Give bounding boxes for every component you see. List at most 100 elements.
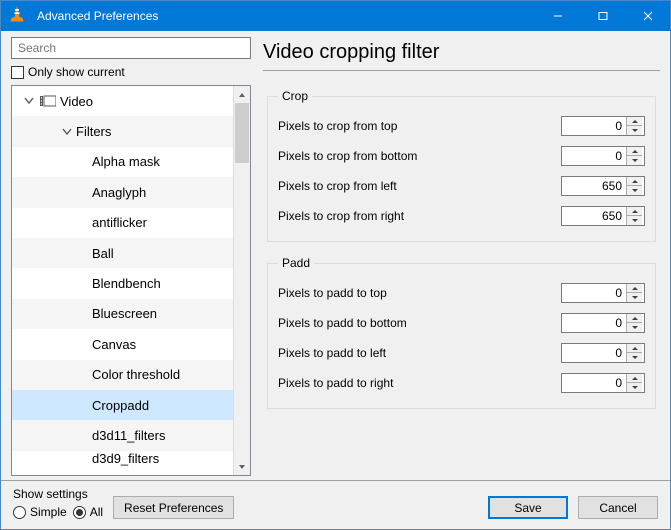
- search-input[interactable]: [11, 37, 251, 59]
- reset-preferences-button[interactable]: Reset Preferences: [113, 496, 234, 519]
- cancel-button-label: Cancel: [599, 501, 636, 515]
- window-minimize-button[interactable]: [535, 1, 580, 31]
- footer: Show settings Simple All Reset Preferenc…: [1, 480, 670, 529]
- step-down-icon[interactable]: [627, 323, 642, 332]
- scrollbar-track[interactable]: [234, 103, 250, 458]
- radio-simple-label: Simple: [30, 505, 67, 519]
- step-down-icon[interactable]: [627, 156, 642, 165]
- step-down-icon[interactable]: [627, 216, 642, 225]
- field-label: Pixels to padd to right: [278, 376, 393, 390]
- field-crop-left: Pixels to crop from left: [278, 171, 645, 201]
- scroll-down-icon[interactable]: [234, 458, 250, 475]
- tree-node-video[interactable]: Video: [12, 86, 233, 116]
- tree-item-label: Color threshold: [92, 367, 180, 382]
- crop-left-stepper[interactable]: [561, 176, 645, 196]
- padd-bottom-stepper[interactable]: [561, 313, 645, 333]
- tree-item-alpha-mask[interactable]: Alpha mask: [12, 147, 233, 177]
- tree-item-color-threshold[interactable]: Color threshold: [12, 360, 233, 390]
- crop-left-input[interactable]: [562, 177, 626, 195]
- step-up-icon[interactable]: [627, 314, 642, 323]
- step-up-icon[interactable]: [627, 374, 642, 383]
- crop-bottom-input[interactable]: [562, 147, 626, 165]
- tree-node-label: Filters: [76, 124, 111, 139]
- padd-top-stepper[interactable]: [561, 283, 645, 303]
- step-down-icon[interactable]: [627, 186, 642, 195]
- tree-scrollbar[interactable]: [233, 86, 250, 475]
- padd-right-stepper[interactable]: [561, 373, 645, 393]
- step-up-icon[interactable]: [627, 284, 642, 293]
- step-up-icon[interactable]: [627, 147, 642, 156]
- field-padd-right: Pixels to padd to right: [278, 368, 645, 398]
- save-button[interactable]: Save: [488, 496, 568, 519]
- field-label: Pixels to crop from bottom: [278, 149, 417, 163]
- field-padd-left: Pixels to padd to left: [278, 338, 645, 368]
- video-category-icon: [40, 93, 56, 109]
- field-label: Pixels to padd to bottom: [278, 316, 407, 330]
- chevron-down-icon: [22, 94, 36, 108]
- radio-icon: [73, 506, 86, 519]
- padd-right-input[interactable]: [562, 374, 626, 392]
- chevron-down-icon: [60, 125, 74, 139]
- tree-item-bluescreen[interactable]: Bluescreen: [12, 299, 233, 329]
- step-down-icon[interactable]: [627, 293, 642, 302]
- window-maximize-button[interactable]: [580, 1, 625, 31]
- tree-item-label: antiflicker: [92, 215, 147, 230]
- padd-left-stepper[interactable]: [561, 343, 645, 363]
- tree-item-label: Alpha mask: [92, 154, 160, 169]
- padd-left-input[interactable]: [562, 344, 626, 362]
- crop-bottom-stepper[interactable]: [561, 146, 645, 166]
- crop-right-input[interactable]: [562, 207, 626, 225]
- step-up-icon[interactable]: [627, 177, 642, 186]
- group-padd: Padd Pixels to padd to top Pixels to pad…: [267, 256, 656, 409]
- crop-right-stepper[interactable]: [561, 206, 645, 226]
- field-label: Pixels to crop from left: [278, 179, 397, 193]
- tree-item-label: Blendbench: [92, 276, 161, 291]
- crop-top-stepper[interactable]: [561, 116, 645, 136]
- tree-item-d3d9-filters[interactable]: d3d9_filters: [12, 451, 233, 467]
- tree-item-antiflicker[interactable]: antiflicker: [12, 208, 233, 238]
- tree-item-label: Canvas: [92, 337, 136, 352]
- preferences-tree: Video Filters Alpha mask Anaglyph antifl…: [11, 85, 251, 476]
- only-show-current-label: Only show current: [28, 65, 125, 79]
- field-padd-top: Pixels to padd to top: [278, 278, 645, 308]
- step-up-icon[interactable]: [627, 207, 642, 216]
- tree-item-label: Ball: [92, 246, 114, 261]
- reset-button-label: Reset Preferences: [124, 501, 223, 515]
- field-crop-bottom: Pixels to crop from bottom: [278, 141, 645, 171]
- vlc-cone-icon: [7, 4, 31, 28]
- title-bar: Advanced Preferences: [1, 1, 670, 31]
- field-label: Pixels to crop from right: [278, 209, 404, 223]
- tree-item-blendbench[interactable]: Blendbench: [12, 268, 233, 298]
- step-down-icon[interactable]: [627, 353, 642, 362]
- window-title: Advanced Preferences: [37, 9, 158, 23]
- cancel-button[interactable]: Cancel: [578, 496, 658, 519]
- step-up-icon[interactable]: [627, 117, 642, 126]
- divider: [263, 70, 660, 71]
- tree-item-croppadd[interactable]: Croppadd: [12, 390, 233, 420]
- padd-bottom-input[interactable]: [562, 314, 626, 332]
- tree-item-label: Bluescreen: [92, 306, 157, 321]
- group-crop-legend: Crop: [278, 89, 312, 103]
- step-down-icon[interactable]: [627, 383, 642, 392]
- step-up-icon[interactable]: [627, 344, 642, 353]
- step-down-icon[interactable]: [627, 126, 642, 135]
- tree-node-filters[interactable]: Filters: [12, 116, 233, 146]
- group-padd-legend: Padd: [278, 256, 314, 270]
- tree-item-anaglyph[interactable]: Anaglyph: [12, 177, 233, 207]
- field-label: Pixels to crop from top: [278, 119, 397, 133]
- padd-top-input[interactable]: [562, 284, 626, 302]
- window-close-button[interactable]: [625, 1, 670, 31]
- tree-item-canvas[interactable]: Canvas: [12, 329, 233, 359]
- scrollbar-thumb[interactable]: [235, 103, 249, 163]
- tree-item-ball[interactable]: Ball: [12, 238, 233, 268]
- show-settings-label: Show settings: [13, 487, 103, 501]
- tree-item-label: d3d11_filters: [92, 428, 165, 443]
- crop-top-input[interactable]: [562, 117, 626, 135]
- field-padd-bottom: Pixels to padd to bottom: [278, 308, 645, 338]
- tree-item-label: Anaglyph: [92, 185, 146, 200]
- tree-item-d3d11-filters[interactable]: d3d11_filters: [12, 420, 233, 450]
- scroll-up-icon[interactable]: [234, 86, 250, 103]
- radio-all[interactable]: All: [73, 505, 103, 519]
- radio-simple[interactable]: Simple: [13, 505, 67, 519]
- only-show-current-checkbox[interactable]: Only show current: [11, 65, 251, 79]
